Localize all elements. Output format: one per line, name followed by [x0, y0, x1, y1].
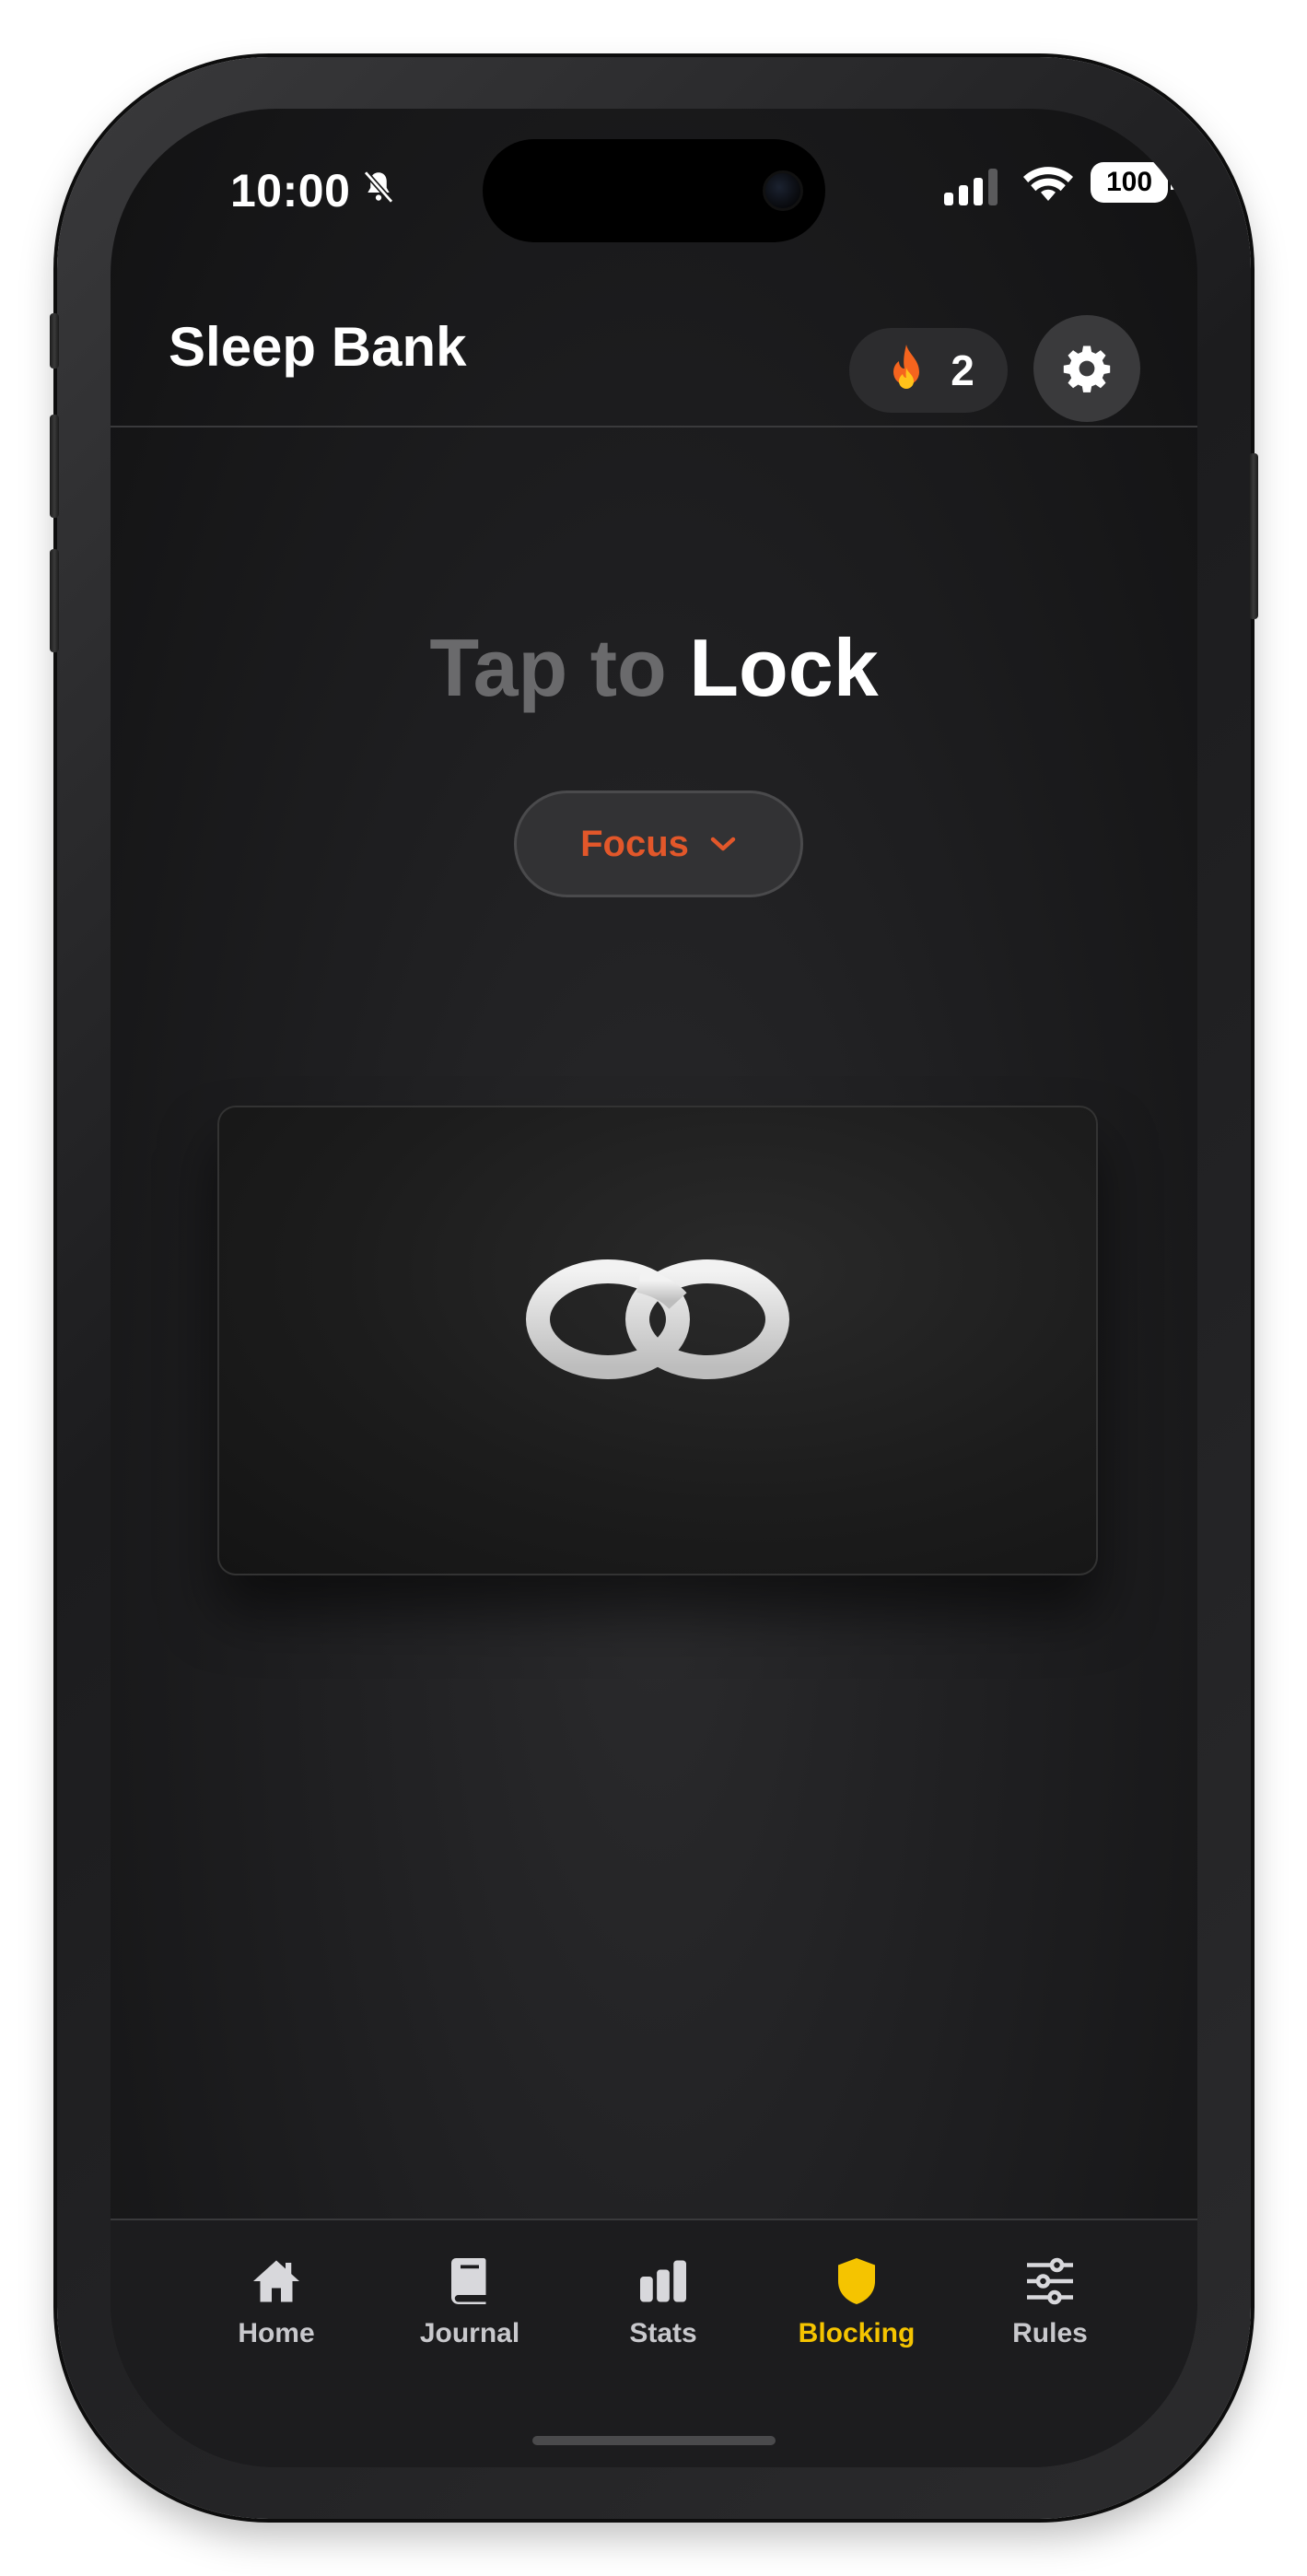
camera-icon	[763, 170, 803, 211]
page-title: Sleep Bank	[169, 316, 467, 378]
cellular-signal-icon	[944, 169, 998, 205]
linked-rings-icon	[526, 1259, 789, 1379]
bar-chart-icon	[640, 2260, 686, 2302]
power-button	[1249, 453, 1258, 619]
volume-down-button	[50, 549, 59, 652]
gear-icon	[1063, 345, 1111, 392]
home-icon	[253, 2260, 299, 2302]
fire-icon	[893, 345, 920, 389]
tab-stats[interactable]: Stats	[571, 2254, 755, 2349]
chevron-down-icon	[710, 837, 736, 851]
tab-rules[interactable]: Rules	[958, 2254, 1142, 2349]
tab-label: Stats	[629, 2318, 697, 2348]
streak-badge[interactable]: 2	[849, 328, 1008, 413]
action-button	[50, 313, 59, 369]
home-indicator[interactable]	[532, 2436, 776, 2445]
streak-count: 2	[951, 346, 974, 394]
tab-journal[interactable]: Journal	[378, 2254, 562, 2349]
tab-label: Blocking	[798, 2318, 916, 2348]
mode-selector[interactable]: Focus	[514, 790, 803, 897]
headline-prefix: Tap to	[429, 622, 667, 713]
app-header: Sleep Bank 2	[111, 238, 1197, 427]
tab-home[interactable]: Home	[184, 2254, 368, 2349]
tab-label: Home	[238, 2318, 315, 2348]
shield-icon	[838, 2258, 875, 2304]
wifi-icon	[1023, 167, 1073, 201]
sliders-icon	[1027, 2257, 1073, 2305]
screen: 10:00 100 Sleep Bank 2 Tap to Lock Focus…	[111, 109, 1197, 2467]
book-icon	[451, 2258, 486, 2304]
dynamic-island	[483, 139, 825, 242]
tab-label: Rules	[1012, 2318, 1088, 2348]
battery-indicator: 100	[1091, 162, 1175, 203]
lock-card[interactable]	[217, 1106, 1098, 1575]
silent-bell-icon	[363, 170, 394, 204]
volume-up-button	[50, 415, 59, 518]
tab-blocking[interactable]: Blocking	[764, 2254, 949, 2349]
tab-bar: Home Journal Stats Blocking Rules	[111, 2219, 1197, 2467]
tab-label: Journal	[419, 2318, 520, 2348]
status-time: 10:00	[230, 165, 351, 217]
phone-frame: 10:00 100 Sleep Bank 2 Tap to Lock Focus…	[50, 57, 1258, 2519]
mode-label: Focus	[580, 823, 689, 864]
settings-button[interactable]	[1033, 315, 1140, 422]
headline-action: Lock	[689, 622, 879, 713]
lock-headline: Tap to Lock	[111, 621, 1197, 715]
